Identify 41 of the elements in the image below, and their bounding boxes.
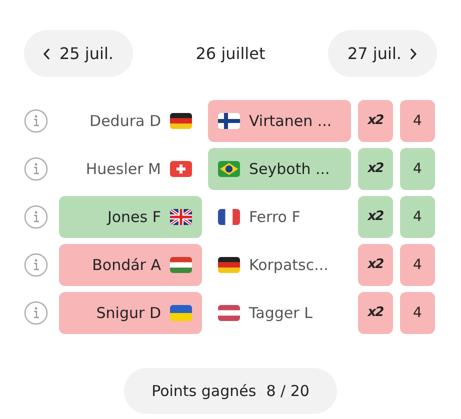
selected-player[interactable]: Virtanen ...	[208, 100, 351, 142]
multiplier-badge: x2	[358, 100, 393, 142]
multiplier-badge: x2	[358, 244, 393, 286]
player[interactable]: Huesler M	[59, 148, 202, 190]
previous-day-button[interactable]: 25 juil.	[24, 30, 133, 77]
points-summary: Points gagnés 8 / 20	[124, 368, 337, 414]
current-date: 26 juillet	[196, 42, 266, 64]
info-icon[interactable]	[24, 109, 48, 133]
player[interactable]: Tagger L	[208, 292, 351, 334]
player[interactable]: Dedura D	[59, 100, 202, 142]
selected-player[interactable]: Seyboth ...	[208, 148, 351, 190]
selected-player[interactable]: Jones F	[59, 196, 202, 238]
flag-icon	[218, 257, 240, 273]
multiplier-badge: x2	[358, 196, 393, 238]
flag-icon	[170, 209, 192, 225]
next-day-button[interactable]: 27 juil.	[328, 30, 437, 77]
points-badge: 4	[400, 244, 435, 286]
multiplier-badge: x2	[358, 148, 393, 190]
points-badge: 4	[400, 292, 435, 334]
info-icon[interactable]	[24, 205, 48, 229]
flag-icon	[218, 113, 240, 129]
player[interactable]: Ferro F	[208, 196, 351, 238]
multiplier-badge: x2	[358, 292, 393, 334]
flag-icon	[170, 257, 192, 273]
points-badge: 4	[400, 100, 435, 142]
points-badge: 4	[400, 148, 435, 190]
flag-icon	[218, 161, 240, 177]
selected-player[interactable]: Snigur D	[59, 292, 202, 334]
info-icon[interactable]	[24, 301, 48, 325]
chevron-right-icon	[409, 48, 418, 60]
flag-icon	[170, 161, 192, 177]
chevron-left-icon	[43, 48, 52, 60]
info-icon[interactable]	[24, 253, 48, 277]
flag-icon	[170, 113, 192, 129]
flag-icon	[218, 209, 240, 225]
selected-player[interactable]: Bondár A	[59, 244, 202, 286]
player[interactable]: Korpatsc...	[208, 244, 351, 286]
flag-icon	[170, 305, 192, 321]
info-icon[interactable]	[24, 157, 48, 181]
flag-icon	[218, 305, 240, 321]
points-badge: 4	[400, 196, 435, 238]
